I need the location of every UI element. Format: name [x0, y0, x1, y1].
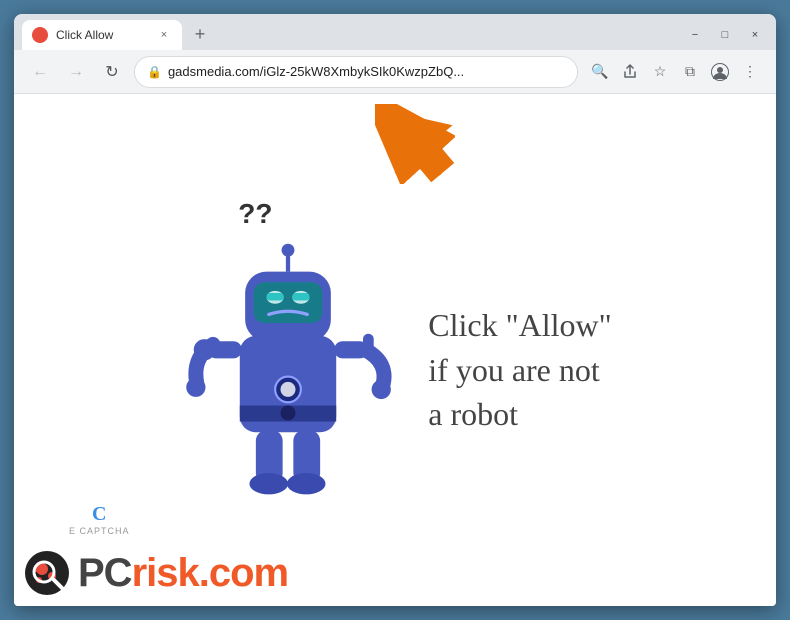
url-text: gadsmedia.com/iGlz-25kW8XmbykSIk0KwzpZbQ…: [168, 64, 565, 79]
pcrisk-watermark: PC risk.com: [24, 550, 288, 596]
maximize-button[interactable]: □: [712, 26, 738, 44]
ecaptcha-label: E CAPTCHA: [69, 526, 130, 536]
profile-icon[interactable]: [706, 58, 734, 86]
back-button[interactable]: ←: [26, 58, 54, 86]
search-icon[interactable]: 🔍: [586, 58, 614, 86]
address-bar[interactable]: 🔒 gadsmedia.com/iGlz-25kW8XmbykSIk0KwzpZ…: [134, 56, 578, 88]
pc-text: PC: [78, 553, 132, 593]
ecaptcha-c-letter: C: [92, 503, 106, 526]
orange-arrow: [380, 102, 455, 187]
captcha-text-line2: if you are not: [428, 348, 611, 393]
tab-close-button[interactable]: ×: [156, 27, 172, 43]
page-content: ??: [14, 94, 776, 606]
ecaptcha-badge: C E CAPTCHA: [69, 503, 130, 536]
refresh-button[interactable]: ↻: [98, 58, 126, 86]
tab-title: Click Allow: [56, 28, 148, 42]
menu-icon[interactable]: ⋮: [736, 58, 764, 86]
browser-window: Click Allow × + − □ × ← → ↻ 🔒 gadsmedia.…: [14, 14, 776, 606]
tab-favicon: [32, 27, 48, 43]
browser-toolbar: ← → ↻ 🔒 gadsmedia.com/iGlz-25kW8XmbykSIk…: [14, 50, 776, 94]
robot-container: ??: [178, 218, 611, 523]
tab-strip: Click Allow × +: [22, 20, 682, 50]
security-lock-icon: 🔒: [147, 65, 162, 79]
pcrisk-text: PC risk.com: [78, 553, 288, 593]
active-tab[interactable]: Click Allow ×: [22, 20, 182, 50]
bookmark-icon[interactable]: ☆: [646, 58, 674, 86]
pcrisk-logo-icon: [24, 550, 70, 596]
share-icon[interactable]: [616, 58, 644, 86]
title-bar: Click Allow × + − □ ×: [14, 14, 776, 50]
tab-search-icon[interactable]: ⧉: [676, 58, 704, 86]
close-window-button[interactable]: ×: [742, 26, 768, 44]
robot-svg: [178, 218, 398, 518]
captcha-text-line3: a robot: [428, 392, 611, 437]
robot-illustration: ??: [178, 218, 398, 523]
minimize-button[interactable]: −: [682, 26, 708, 44]
captcha-text-line1: Click "Allow": [428, 303, 611, 348]
toolbar-icons: 🔍 ☆ ⧉ ⋮: [586, 58, 764, 86]
new-tab-button[interactable]: +: [186, 20, 214, 48]
captcha-text-container: Click "Allow" if you are not a robot: [428, 303, 611, 437]
forward-button[interactable]: →: [62, 58, 90, 86]
question-marks: ??: [238, 198, 272, 230]
window-controls: − □ ×: [682, 26, 768, 44]
risk-text: risk.com: [132, 553, 289, 593]
